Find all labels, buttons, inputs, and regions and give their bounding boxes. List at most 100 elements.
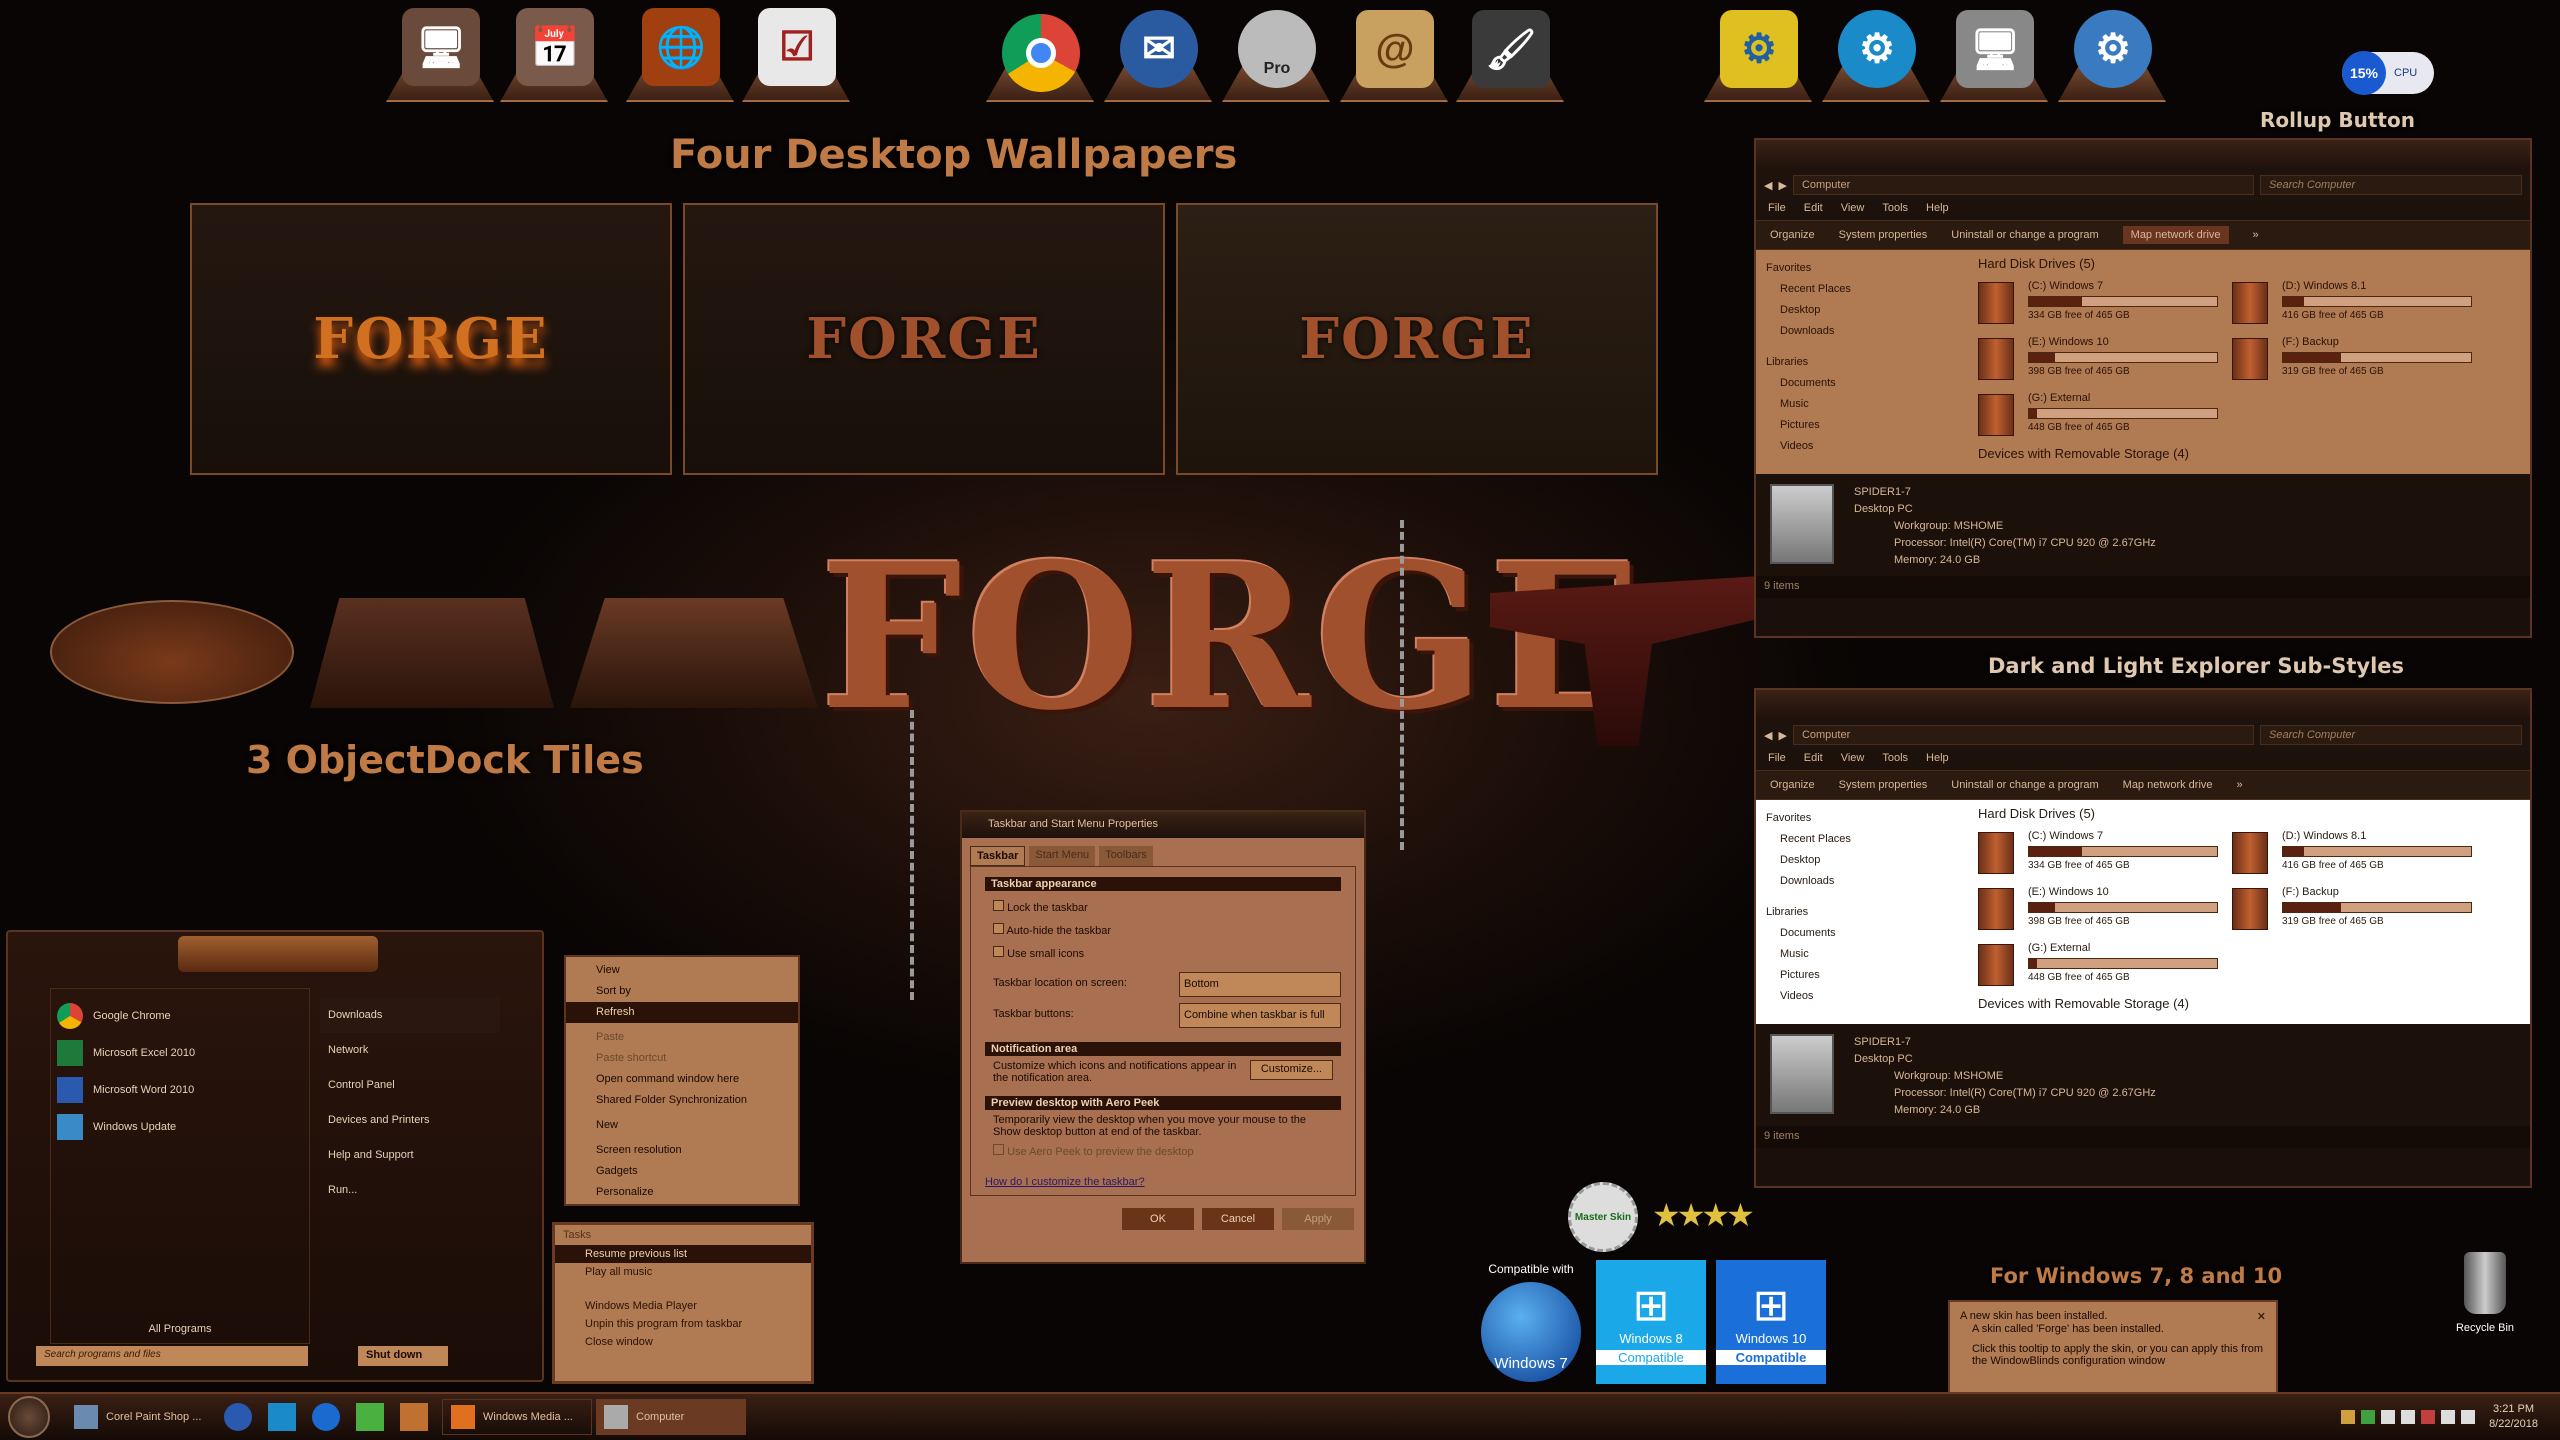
network-icon[interactable] [2441, 1410, 2456, 1424]
recycle-bin[interactable]: Recycle Bin [2440, 1252, 2530, 1334]
menu-view[interactable]: View [566, 960, 798, 981]
control-panel-icon[interactable]: ⚙ [2074, 10, 2152, 88]
computer-icon[interactable]: 🖥 [402, 8, 480, 86]
taskbar-item[interactable]: Windows Media ... [442, 1399, 592, 1435]
menu-help[interactable]: Help [1926, 752, 1949, 768]
nav-music[interactable]: Music [1766, 944, 1954, 965]
customize-button[interactable]: Customize... [1249, 1060, 1333, 1080]
cancel-button[interactable]: Cancel [1202, 1208, 1274, 1230]
chrome-icon[interactable] [1002, 14, 1080, 92]
place-control-panel[interactable]: Control Panel [320, 1068, 500, 1103]
nav-recent[interactable]: Recent Places [1766, 829, 1954, 850]
jump-task[interactable]: Resume previous list [555, 1245, 811, 1263]
menu-paste-shortcut[interactable]: Paste shortcut [566, 1048, 798, 1069]
nav-libraries[interactable]: Libraries [1766, 352, 1954, 373]
nav-downloads[interactable]: Downloads [1766, 871, 1954, 892]
tab-start-menu[interactable]: Start Menu [1029, 846, 1096, 866]
shutdown-button[interactable]: Shut down [358, 1346, 448, 1366]
menu-paste[interactable]: Paste [566, 1027, 798, 1048]
tab-taskbar[interactable]: Taskbar [970, 846, 1026, 866]
map-drive-button[interactable]: Map network drive [2123, 779, 2213, 791]
forward-icon[interactable]: ▶ [1778, 179, 1786, 192]
place-network[interactable]: Network [320, 1033, 500, 1068]
taskbar-pin[interactable] [304, 1399, 348, 1435]
menu-tools[interactable]: Tools [1882, 202, 1908, 218]
jump-item[interactable]: Close window [555, 1333, 811, 1351]
jump-task[interactable]: Play all music [555, 1263, 811, 1281]
uninstall-button[interactable]: Uninstall or change a program [1951, 229, 2098, 241]
start-search-input[interactable]: Search programs and files [36, 1346, 308, 1366]
tray-icon[interactable] [2421, 1410, 2436, 1424]
address-bar[interactable]: Computer [1792, 175, 2254, 195]
close-icon[interactable]: ✕ [2257, 1310, 2266, 1323]
map-drive-button[interactable]: Map network drive [2122, 226, 2229, 244]
place-devices[interactable]: Devices and Printers [320, 1103, 500, 1138]
tasks-icon[interactable]: ☑ [758, 8, 836, 86]
volume-icon[interactable] [2461, 1410, 2476, 1424]
organize-button[interactable]: Organize [1770, 779, 1815, 791]
nav-downloads[interactable]: Downloads [1766, 321, 1954, 342]
more-button[interactable]: » [2237, 779, 2243, 791]
menu-view[interactable]: View [1841, 202, 1865, 218]
nav-videos[interactable]: Videos [1766, 986, 1954, 1007]
menu-tools[interactable]: Tools [1882, 752, 1908, 768]
notification-toast[interactable]: A new skin has been installed. ✕ A skin c… [1948, 1300, 2278, 1396]
program-item[interactable]: Google Chrome [57, 997, 303, 1034]
menu-sort[interactable]: Sort by [566, 981, 798, 1002]
gear-icon[interactable]: ⚙ [1838, 10, 1916, 88]
start-button[interactable] [8, 1396, 50, 1438]
wallpaper-thumbnail[interactable]: FORGE [1176, 203, 1658, 475]
forward-icon[interactable]: ▶ [1778, 729, 1786, 742]
network-icon[interactable]: 🌐 [642, 8, 720, 86]
drive-item[interactable]: (D:) Windows 8.1 416 GB free of 465 GB [2232, 826, 2532, 878]
window-titlebar[interactable] [1756, 690, 2530, 720]
settings-folder-icon[interactable]: ⚙ [1720, 10, 1798, 88]
apply-button[interactable]: Apply [1282, 1208, 1354, 1230]
back-icon[interactable]: ◀ [1764, 179, 1772, 192]
clock[interactable]: 3:21 PM 8/22/2018 [2489, 1402, 2538, 1432]
checkbox[interactable] [993, 1144, 1004, 1155]
checkbox[interactable] [993, 946, 1004, 957]
nav-pictures[interactable]: Pictures [1766, 415, 1954, 436]
menu-shared-sync[interactable]: Shared Folder Synchronization [566, 1090, 798, 1111]
tray-icon[interactable] [2401, 1410, 2416, 1424]
taskbar-pin[interactable] [260, 1399, 304, 1435]
search-input[interactable]: Search Computer [2260, 175, 2522, 195]
checkbox[interactable] [993, 923, 1004, 934]
menu-refresh[interactable]: Refresh [566, 1002, 798, 1023]
all-programs[interactable]: All Programs [51, 1323, 309, 1335]
drive-item[interactable]: (D:) Windows 8.1 416 GB free of 465 GB [2232, 276, 2532, 328]
drive-item[interactable]: (G:) External 448 GB free of 465 GB [1978, 938, 2278, 990]
thunderbird-icon[interactable]: ✉ [1120, 10, 1198, 88]
menu-view[interactable]: View [1841, 752, 1865, 768]
buttons-select[interactable]: Combine when taskbar is full [1179, 1003, 1341, 1028]
location-select[interactable]: Bottom [1179, 972, 1341, 997]
wallpaper-thumbnail[interactable]: FORGE [190, 203, 672, 475]
place-help[interactable]: Help and Support [320, 1138, 500, 1173]
nav-documents[interactable]: Documents [1766, 373, 1954, 394]
nav-libraries[interactable]: Libraries [1766, 902, 1954, 923]
place-run[interactable]: Run... [320, 1173, 500, 1208]
drive-item[interactable]: (F:) Backup 319 GB free of 465 GB [2232, 882, 2532, 934]
address-book-icon[interactable]: @ [1356, 10, 1434, 88]
nav-videos[interactable]: Videos [1766, 436, 1954, 457]
nav-music[interactable]: Music [1766, 394, 1954, 415]
search-input[interactable]: Search Computer [2260, 725, 2522, 745]
taskbar-item[interactable]: Computer [596, 1399, 746, 1435]
program-item[interactable]: Windows Update [57, 1108, 303, 1145]
window-titlebar[interactable] [1756, 140, 2530, 170]
taskbar-item[interactable]: Corel Paint Shop ... [66, 1399, 216, 1435]
nav-desktop[interactable]: Desktop [1766, 850, 1954, 871]
drive-item[interactable]: (G:) External 448 GB free of 465 GB [1978, 388, 2278, 440]
tray-icon[interactable] [2361, 1410, 2376, 1424]
help-link[interactable]: How do I customize the taskbar? [985, 1176, 1341, 1188]
menu-command-window[interactable]: Open command window here [566, 1069, 798, 1090]
menu-screen-resolution[interactable]: Screen resolution [566, 1140, 798, 1161]
menu-edit[interactable]: Edit [1804, 752, 1823, 768]
system-icon[interactable]: 🖥 [1956, 10, 2034, 88]
menu-new[interactable]: New [566, 1115, 798, 1136]
tab-toolbars[interactable]: Toolbars [1099, 846, 1153, 866]
drive-item[interactable]: (F:) Backup 319 GB free of 465 GB [2232, 332, 2532, 384]
nav-documents[interactable]: Documents [1766, 923, 1954, 944]
user-calendar-icon[interactable]: 📅 [516, 8, 594, 86]
